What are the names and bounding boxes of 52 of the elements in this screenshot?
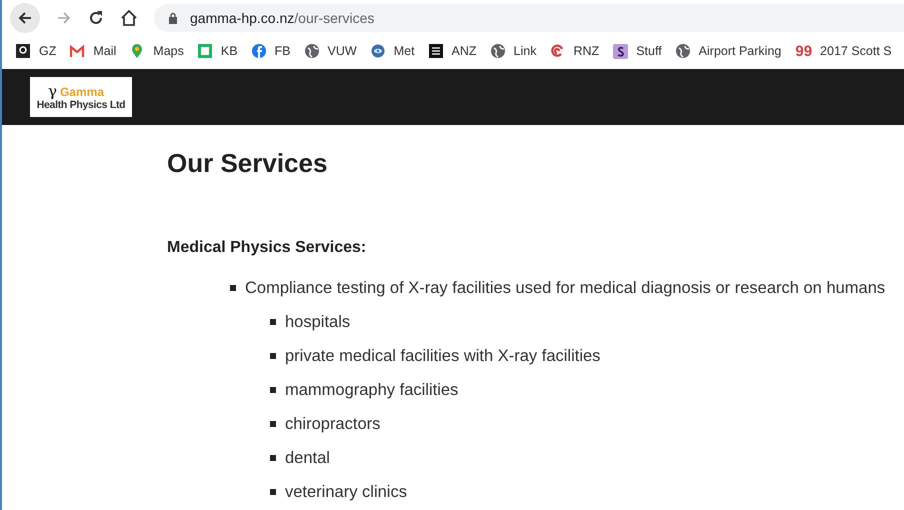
bookmark[interactable]: FB [252,44,291,58]
list-item: veterinary clinics [285,482,407,502]
bullet [270,353,276,359]
address-bar[interactable]: gamma-hp.co.nz/our-services [154,4,904,32]
bookmark-icon [370,44,386,58]
list-item: dental [285,448,330,468]
bookmark[interactable]: Mail [70,44,116,58]
bookmark-icon [198,44,213,58]
globe-icon [490,44,506,58]
bookmark-icon [252,44,267,58]
bookmark-icon [16,44,31,58]
logo-tagline: Health Physics Ltd [36,98,126,110]
bookmark[interactable]: GZ [16,44,56,58]
bookmark[interactable]: 99 2017 Scott S [795,44,892,58]
reload-icon[interactable] [88,10,104,26]
bookmark[interactable]: Airport Parking [676,44,782,58]
home-icon[interactable] [120,9,138,27]
logo[interactable]: γ Gamma Health Physics Ltd [30,77,132,117]
bookmark-icon [428,44,444,58]
bookmark-icon [613,44,628,58]
bookmark[interactable]: RNZ [550,44,600,58]
bullet [270,319,276,325]
globe-icon [676,44,691,58]
bookmark-icon [550,44,566,58]
list-item: chiropractors [285,414,380,434]
bookmark-icon: 99 [795,44,812,58]
bookmark[interactable]: Maps [130,44,184,58]
bookmark[interactable]: Met [370,44,415,58]
bullet [270,455,276,461]
page-title: Our Services [167,147,328,179]
lock-icon [168,12,178,24]
bookmark[interactable]: Link [490,44,536,58]
globe-icon [304,44,320,58]
bullet [270,421,276,427]
bullet [230,285,236,291]
back-button[interactable] [10,3,40,33]
bookmark-icon [70,44,86,58]
bookmark[interactable]: Stuff [613,44,662,58]
list-item: mammography facilities [285,380,458,400]
back-icon[interactable] [17,10,33,26]
list-item: Compliance testing of X-ray facilities used for medical diagnosis or research on humans [245,278,886,298]
logo-name: Gamma [60,84,104,98]
bullet [270,489,276,495]
bullet [270,387,276,393]
bookmark[interactable]: ANZ [428,44,477,58]
section-heading: Medical Physics Services: [167,238,368,258]
list-item: hospitals [285,312,350,332]
bookmark[interactable]: VUW [304,44,357,58]
list-item: private medical facilities with X-ray facilities [285,346,600,366]
bookmark[interactable]: KB [198,44,238,58]
logo-symbol: γ [48,84,57,98]
url-text: gamma-hp.co.nz/our-services [190,10,374,26]
